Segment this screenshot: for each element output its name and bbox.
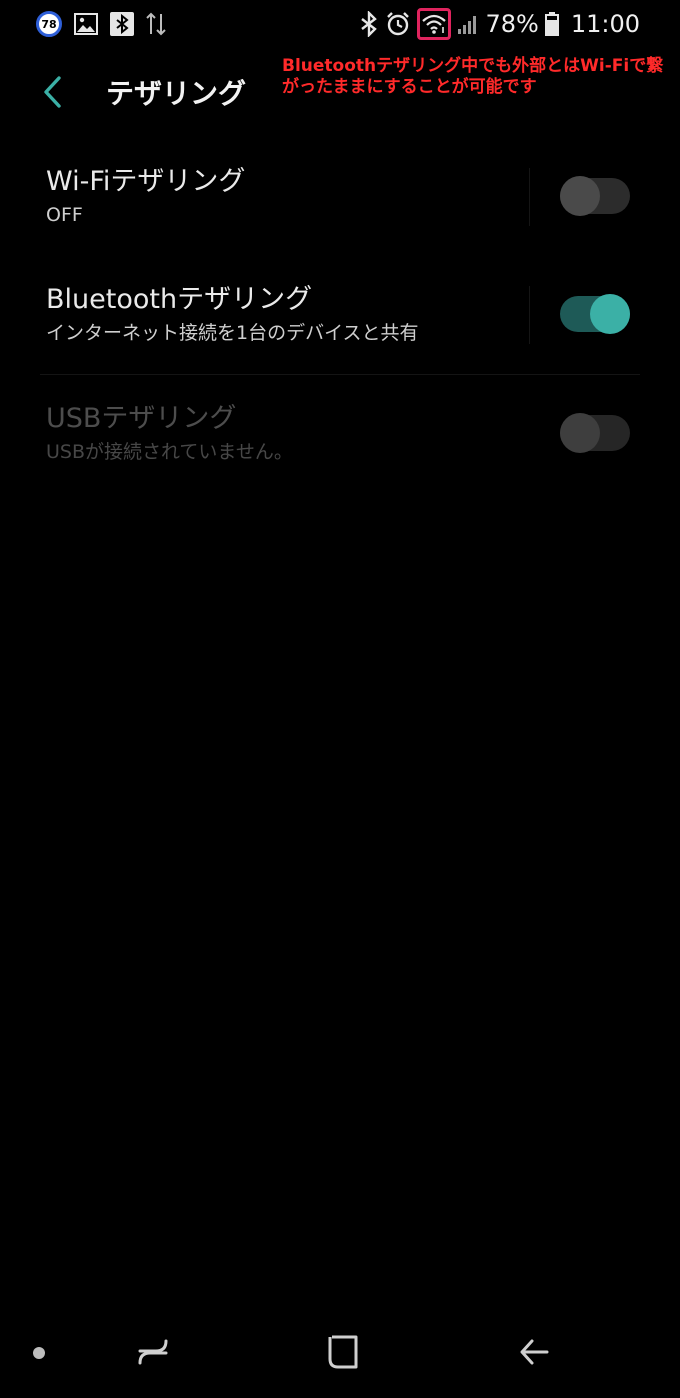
- chevron-left-icon: [44, 76, 61, 108]
- usb-tethering-row: USBテザリング USBが接続されていません。: [40, 375, 640, 493]
- battery-icon: [544, 12, 559, 36]
- bluetooth-tethering-toggle[interactable]: [560, 294, 630, 334]
- wifi-tethering-title: Wi-Fiテザリング: [46, 166, 246, 197]
- status-left-group: 78: [36, 0, 166, 48]
- toggle-thumb: [560, 413, 600, 453]
- bluetooth-tethering-row[interactable]: Bluetoothテザリング インターネット接続を1台のデバイスと共有: [40, 256, 640, 375]
- status-bar: 78 78% 11:00: [0, 0, 680, 48]
- usb-tethering-toggle: [560, 413, 630, 453]
- bluetooth-notification-icon: [110, 12, 134, 36]
- navigation-bar: [0, 1320, 680, 1384]
- data-transfer-icon: [146, 12, 166, 36]
- wifi-tethering-status: OFF: [46, 204, 83, 226]
- usb-tethering-text: USBテザリング USBが接続されていません。: [46, 401, 500, 467]
- settings-list: Wi-Fiテザリング OFF Bluetoothテザリング インターネット接続を…: [0, 138, 680, 493]
- wifi-icon: [417, 8, 452, 40]
- page-title: テザリング: [106, 77, 247, 110]
- row-divider: [529, 286, 530, 344]
- bluetooth-icon: [359, 11, 379, 37]
- wifi-tethering-row[interactable]: Wi-Fiテザリング OFF: [40, 138, 640, 256]
- row-divider: [529, 168, 530, 226]
- home-button[interactable]: [323, 1332, 363, 1372]
- toggle-thumb: [560, 176, 600, 216]
- status-right-group: 78% 11:00: [359, 0, 640, 48]
- notification-count-badge: 78: [36, 11, 62, 37]
- recent-apps-button[interactable]: [133, 1332, 173, 1372]
- recent-apps-icon: [138, 1339, 168, 1365]
- bluetooth-tethering-description: インターネット接続を1台のデバイスと共有: [46, 322, 419, 344]
- app-header: テザリング: [0, 60, 680, 124]
- clock-time: 11:00: [570, 10, 640, 38]
- wifi-tethering-text: Wi-Fiテザリング OFF: [46, 164, 500, 230]
- wifi-tethering-toggle[interactable]: [560, 176, 630, 216]
- toggle-thumb: [590, 294, 630, 334]
- back-nav-button[interactable]: [514, 1332, 554, 1372]
- home-icon: [328, 1335, 358, 1369]
- bluetooth-tethering-text: Bluetoothテザリング インターネット接続を1台のデバイスと共有: [46, 282, 500, 348]
- usb-tethering-status: USBが接続されていません。: [46, 441, 293, 463]
- usb-tethering-title: USBテザリング: [46, 403, 237, 434]
- photo-icon: [74, 13, 98, 35]
- back-arrow-icon: [520, 1339, 549, 1365]
- bluetooth-tethering-title: Bluetoothテザリング: [46, 284, 313, 315]
- alarm-icon: [385, 11, 411, 37]
- dot-indicator[interactable]: [33, 1347, 45, 1359]
- back-button[interactable]: [34, 74, 70, 110]
- signal-icon: [457, 13, 479, 35]
- battery-percent: 78%: [485, 10, 539, 38]
